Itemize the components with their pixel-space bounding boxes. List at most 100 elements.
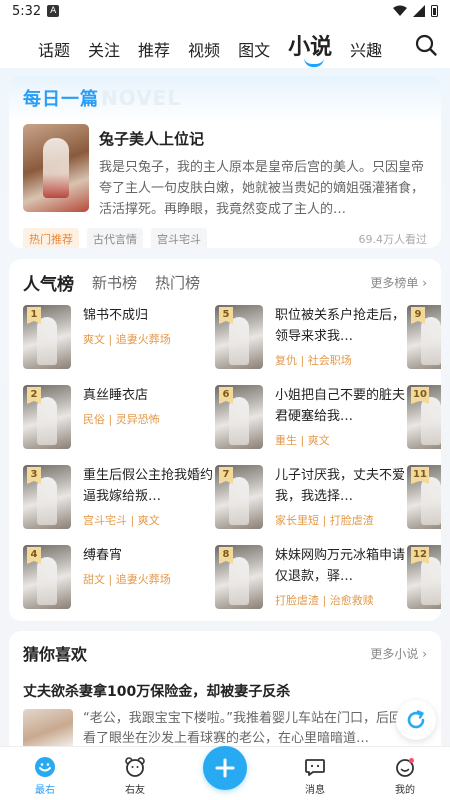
rank-badge: 5 [219, 307, 233, 324]
status-bar: 5:32 A [0, 0, 450, 22]
rank-item[interactable]: 4 缚春宵甜文 | 追妻火葬场 [23, 545, 213, 609]
nav-friends-label: 右友 [125, 785, 145, 796]
rank-item[interactable]: 11 [407, 465, 441, 529]
tag-hot-recommend: 热门推荐 [23, 228, 79, 248]
read-count: 69.4万人看过 [358, 233, 428, 246]
ranking-grid: 1 锦书不成归爽文 | 追妻火葬场 2 真丝睡衣店民俗 | 灵异恐怖 3 重生后… [9, 305, 441, 621]
search-icon[interactable] [414, 33, 438, 57]
nav-home-label: 最右 [35, 785, 55, 796]
refresh-icon [407, 710, 425, 729]
book-cover: 9 [407, 305, 441, 369]
rank-book-title: 职位被关系户抢走后，领导来求我… [275, 308, 405, 344]
battery-icon [431, 5, 438, 17]
tab-image-text[interactable]: 图文 [238, 37, 270, 61]
signal-icon [413, 5, 425, 17]
rank-book-tags: 宫斗宅斗 | 爽文 [83, 514, 160, 527]
more-rankings-link[interactable]: 更多榜单 › [370, 274, 427, 291]
guess-title: 猜你喜欢 [23, 645, 88, 664]
tag-subgenre: 宫斗宅斗 [151, 228, 207, 248]
rank-book-tags: 民俗 | 灵异恐怖 [83, 413, 160, 426]
tab-hot-rank[interactable]: 热门榜 [155, 272, 200, 293]
wifi-icon [393, 5, 407, 16]
ranking-header: 人气榜 新书榜 热门榜 更多榜单 › [9, 259, 441, 305]
rank-badge: 12 [411, 547, 429, 564]
book-cover: 4 [23, 545, 71, 609]
guess-header: 猜你喜欢 更多小说 › [9, 631, 441, 675]
tab-video[interactable]: 视频 [188, 37, 220, 61]
tab-novel[interactable]: 小说 [288, 29, 332, 67]
rank-badge: 2 [27, 387, 41, 404]
rank-book-tags: 打脸虐渣 | 治愈救赎 [275, 594, 374, 607]
book-title[interactable]: 兔子美人上位记 [99, 128, 427, 149]
book-cover[interactable] [23, 124, 89, 212]
daily-pick-card[interactable]: NOVEL 每日一篇 兔子美人上位记 我是只兔子，我的主人原本是皇帝后宫的美人。… [9, 76, 441, 248]
rank-book-title: 锦书不成归 [83, 308, 149, 323]
book-cover: 3 [23, 465, 71, 529]
publish-button[interactable] [203, 746, 247, 790]
nav-profile[interactable]: 我的 [370, 756, 440, 796]
ranking-card: 人气榜 新书榜 热门榜 更多榜单 › 1 锦书不成归爽文 | 追妻火葬场 2 真… [9, 259, 441, 621]
rank-item[interactable]: 3 重生后假公主抢我婚约逼我嫁给叛… 宫斗宅斗 | 爽文 [23, 465, 213, 529]
daily-pick-header: NOVEL 每日一篇 [9, 76, 441, 120]
profile-icon [396, 758, 414, 777]
tab-topic[interactable]: 话题 [38, 37, 70, 61]
nav-friends[interactable]: 右友 [100, 756, 170, 796]
refresh-button[interactable] [396, 700, 436, 740]
nav-home[interactable]: 最右 [10, 756, 80, 796]
tab-follow[interactable]: 关注 [88, 37, 120, 61]
rank-book-title: 重生后假公主抢我婚约逼我嫁给叛… [83, 468, 213, 504]
rank-badge: 4 [27, 547, 41, 564]
book-cover: 1 [23, 305, 71, 369]
rank-badge: 11 [411, 467, 429, 484]
book-cover: 6 [215, 385, 263, 449]
nav-messages[interactable]: 消息 [280, 756, 350, 796]
rank-book-tags: 甜文 | 追妻火葬场 [83, 573, 171, 586]
rank-book-tags: 家长里短 | 打脸虐渣 [275, 514, 374, 527]
rank-badge: 10 [411, 387, 429, 404]
nav-publish[interactable] [190, 746, 260, 796]
daily-pick-title: 每日一篇 [23, 89, 99, 110]
rank-item[interactable]: 5 职位被关系户抢走后，领导来求我… 复仇 | 社会职场 [215, 305, 405, 369]
more-novels-link[interactable]: 更多小说 › [370, 645, 427, 662]
friend-bear-icon [125, 757, 145, 777]
rank-book-title: 真丝睡衣店 [83, 388, 149, 403]
tag-genre: 古代言情 [87, 228, 143, 248]
tab-popular-rank[interactable]: 人气榜 [23, 270, 74, 295]
rank-item[interactable]: 12 [407, 545, 441, 609]
rank-book-title: 小姐把自己不要的脏夫君硬塞给我… [275, 388, 405, 424]
guess-book-title[interactable]: 丈夫欲杀妻拿100万保险金，却被妻子反杀 [9, 675, 441, 701]
book-cover: 12 [407, 545, 441, 609]
book-cover: 5 [215, 305, 263, 369]
book-cover: 2 [23, 385, 71, 449]
rank-item[interactable]: 1 锦书不成归爽文 | 追妻火葬场 [23, 305, 213, 369]
tab-interest[interactable]: 兴趣 [350, 37, 382, 61]
rank-item[interactable]: 10 [407, 385, 441, 449]
rank-item[interactable]: 6 小姐把自己不要的脏夫君硬塞给我… 重生 | 爽文 [215, 385, 405, 449]
status-time: 5:32 [12, 3, 42, 19]
rank-badge: 3 [27, 467, 41, 484]
home-face-icon [35, 757, 55, 777]
rank-item[interactable]: 8 妹妹网购万元冰箱申请仅退款，驿… 打脸虐渣 | 治愈救赎 [215, 545, 405, 609]
rank-book-title: 儿子讨厌我，丈夫不爱我，我选择… [275, 468, 405, 504]
book-cover: 11 [407, 465, 441, 529]
book-cover: 8 [215, 545, 263, 609]
tab-recommend[interactable]: 推荐 [138, 37, 170, 61]
rank-book-tags: 重生 | 爽文 [275, 434, 330, 447]
rank-badge: 8 [219, 547, 233, 564]
rank-book-tags: 爽文 | 追妻火葬场 [83, 333, 171, 346]
rank-badge: 1 [27, 307, 41, 324]
novel-watermark: NOVEL [101, 86, 182, 110]
book-cover: 7 [215, 465, 263, 529]
plus-icon [215, 758, 235, 778]
rank-badge: 7 [219, 467, 233, 484]
rank-item[interactable]: 9 [407, 305, 441, 369]
rank-badge: 9 [411, 307, 425, 324]
rank-book-title: 缚春宵 [83, 548, 123, 563]
top-navigation: 话题 关注 推荐 视频 图文 小说 兴趣 [0, 22, 450, 68]
rank-book-title: 妹妹网购万元冰箱申请仅退款，驿… [275, 548, 405, 584]
tab-new-books-rank[interactable]: 新书榜 [92, 272, 137, 293]
rank-item[interactable]: 7 儿子讨厌我，丈夫不爱我，我选择… 家长里短 | 打脸虐渣 [215, 465, 405, 529]
nav-messages-label: 消息 [305, 785, 325, 796]
bottom-navigation: 最右 右友 消息 我的 [0, 746, 450, 800]
rank-item[interactable]: 2 真丝睡衣店民俗 | 灵异恐怖 [23, 385, 213, 449]
